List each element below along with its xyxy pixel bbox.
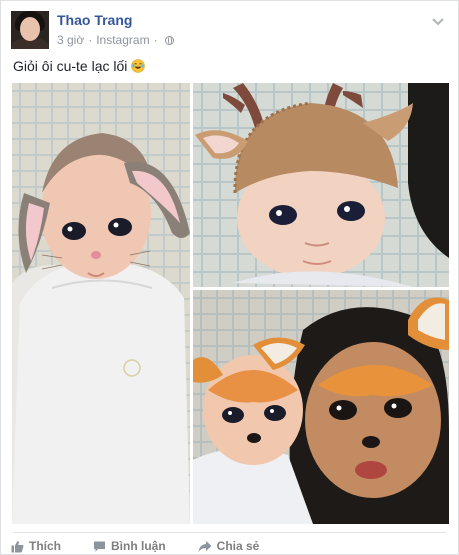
- avatar-face: [20, 17, 40, 41]
- baby-bunny-filter-photo[interactable]: [12, 83, 190, 524]
- post-time[interactable]: 3 giờ: [57, 33, 84, 47]
- baby-reindeer-hat-photo[interactable]: [193, 83, 449, 287]
- actions-divider: [13, 532, 446, 533]
- post-message: Giỏi ôi cu-te lạc lối: [13, 58, 128, 74]
- like-button[interactable]: Thích: [11, 537, 61, 555]
- comment-label: Bình luận: [111, 539, 166, 553]
- photo-grid: [12, 83, 449, 524]
- share-button[interactable]: Chia sẻ: [198, 537, 260, 555]
- post-meta: 3 giờ · Instagram ·: [57, 33, 174, 47]
- post-card: Thao Trang 3 giờ · Instagram · Giỏi ôi c…: [0, 0, 459, 555]
- laughing-tears-emoji-icon: [131, 59, 146, 73]
- post-source[interactable]: Instagram: [96, 33, 149, 47]
- share-label: Chia sẻ: [216, 539, 260, 553]
- mother-baby-deer-filter-photo[interactable]: [193, 290, 449, 524]
- post-text: Giỏi ôi cu-te lạc lối: [13, 58, 146, 74]
- thumbs-up-icon: [11, 540, 24, 552]
- avatar[interactable]: [11, 11, 49, 49]
- meta-separator: ·: [88, 33, 93, 47]
- meta-separator-2: ·: [153, 33, 158, 47]
- like-label: Thích: [29, 539, 61, 553]
- globe-icon[interactable]: [164, 35, 174, 45]
- chevron-down-icon[interactable]: [430, 13, 446, 29]
- comment-button[interactable]: Bình luận: [93, 537, 166, 555]
- author-name-link[interactable]: Thao Trang: [57, 12, 132, 28]
- share-icon: [198, 540, 212, 552]
- comment-icon: [94, 541, 105, 552]
- post-actions-bar: Thích Bình luận Chia sẻ: [11, 537, 291, 555]
